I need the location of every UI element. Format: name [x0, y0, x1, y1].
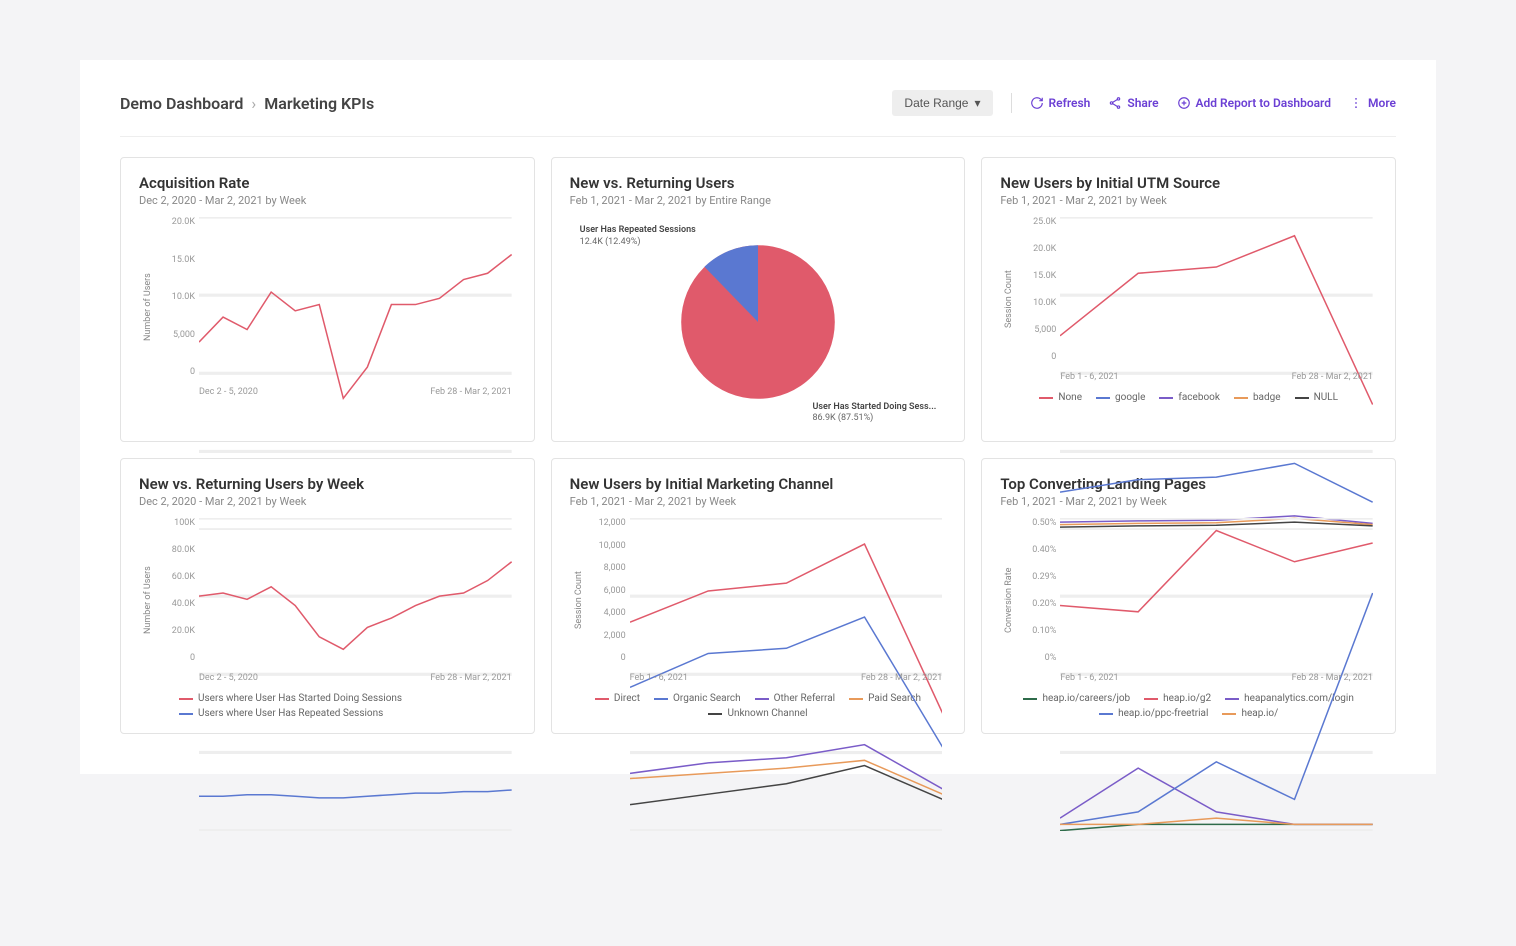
- breadcrumb-root[interactable]: Demo Dashboard: [120, 94, 243, 113]
- y-ticks: 0.50% 0.40% 0.29% 0.20% 0.10% 0%: [1018, 518, 1056, 663]
- y-axis-label: Number of Users: [139, 217, 153, 397]
- dashboard-frame: Demo Dashboard › Marketing KPIs Date Ran…: [80, 60, 1436, 774]
- x-ticks: Dec 2 - 5, 2020 Feb 28 - Mar 2, 2021: [199, 673, 512, 683]
- share-label: Share: [1127, 96, 1158, 110]
- pie-label-started: User Has Started Doing Sess... 86.9K (87…: [812, 402, 936, 425]
- x-ticks: Feb 1 - 6, 2021 Feb 28 - Mar 2, 2021: [1060, 673, 1373, 683]
- y-axis-label: Number of Users: [139, 518, 153, 683]
- card-marketing-channel[interactable]: New Users by Initial Marketing Channel F…: [551, 458, 966, 734]
- chevron-down-icon: ▾: [974, 96, 980, 110]
- y-ticks: 20.0K 15.0K 10.0K 5,000 0: [157, 217, 195, 377]
- chart: Session Count 25.0K 20.0K 15.0K 10.0K 5,…: [1000, 217, 1377, 382]
- y-axis-label: Conversion Rate: [1000, 518, 1014, 683]
- breadcrumb: Demo Dashboard › Marketing KPIs: [120, 94, 374, 113]
- pie-label-repeated: User Has Repeated Sessions 12.4K (12.49%…: [580, 225, 696, 248]
- toolbar: Date Range ▾ Refresh Share Add Report to…: [892, 90, 1396, 116]
- divider: [1011, 93, 1012, 113]
- y-axis-label: Session Count: [1000, 217, 1014, 382]
- pie-svg: [678, 242, 838, 402]
- card-title: Acquisition Rate: [139, 174, 516, 192]
- card-utm-source[interactable]: New Users by Initial UTM Source Feb 1, 2…: [981, 157, 1396, 442]
- pie-chart: User Has Repeated Sessions 12.4K (12.49%…: [570, 217, 947, 427]
- card-title: New Users by Initial Marketing Channel: [570, 475, 947, 493]
- more-label: More: [1368, 96, 1396, 110]
- more-menu[interactable]: More: [1349, 96, 1396, 110]
- refresh-icon: [1030, 96, 1044, 110]
- y-ticks: 12,000 10,000 8,000 6,000 4,000 2,000 0: [588, 518, 626, 663]
- chart: Conversion Rate 0.50% 0.40% 0.29% 0.20% …: [1000, 518, 1377, 683]
- breadcrumb-current: Marketing KPIs: [264, 94, 374, 113]
- card-subtitle: Feb 1, 2021 - Mar 2, 2021 by Week: [570, 495, 947, 508]
- chart: Number of Users 20.0K 15.0K 10.0K 5,000 …: [139, 217, 516, 397]
- refresh-button[interactable]: Refresh: [1030, 96, 1091, 110]
- card-title: New vs. Returning Users: [570, 174, 947, 192]
- y-axis-label: Session Count: [570, 518, 584, 683]
- card-title: New Users by Initial UTM Source: [1000, 174, 1377, 192]
- card-new-vs-returning[interactable]: New vs. Returning Users Feb 1, 2021 - Ma…: [551, 157, 966, 442]
- line-chart: [199, 217, 512, 530]
- share-button[interactable]: Share: [1108, 96, 1158, 110]
- chart: Session Count 12,000 10,000 8,000 6,000 …: [570, 518, 947, 683]
- plus-circle-icon: [1177, 96, 1191, 110]
- card-subtitle: Feb 1, 2021 - Mar 2, 2021 by Entire Rang…: [570, 194, 947, 207]
- kebab-icon: [1349, 96, 1363, 110]
- date-range-label: Date Range: [904, 96, 968, 110]
- x-ticks: Feb 1 - 6, 2021 Feb 28 - Mar 2, 2021: [1060, 372, 1373, 382]
- chart: Number of Users 100K 80.0K 60.0K 40.0K 2…: [139, 518, 516, 683]
- card-acquisition-rate[interactable]: Acquisition Rate Dec 2, 2020 - Mar 2, 20…: [120, 157, 535, 442]
- share-icon: [1108, 96, 1122, 110]
- card-subtitle: Feb 1, 2021 - Mar 2, 2021 by Week: [1000, 194, 1377, 207]
- card-subtitle: Dec 2, 2020 - Mar 2, 2021 by Week: [139, 194, 516, 207]
- refresh-label: Refresh: [1049, 96, 1091, 110]
- x-ticks: Dec 2 - 5, 2020 Feb 28 - Mar 2, 2021: [199, 387, 512, 397]
- cards-grid: Acquisition Rate Dec 2, 2020 - Mar 2, 20…: [120, 157, 1396, 734]
- add-report-button[interactable]: Add Report to Dashboard: [1177, 96, 1332, 110]
- header-bar: Demo Dashboard › Marketing KPIs Date Ran…: [120, 90, 1396, 137]
- y-ticks: 100K 80.0K 60.0K 40.0K 20.0K 0: [157, 518, 195, 663]
- y-ticks: 25.0K 20.0K 15.0K 10.0K 5,000 0: [1018, 217, 1056, 362]
- chevron-right-icon: ›: [251, 94, 256, 113]
- date-range-dropdown[interactable]: Date Range ▾: [892, 90, 992, 116]
- x-ticks: Feb 1 - 6, 2021 Feb 28 - Mar 2, 2021: [630, 673, 943, 683]
- add-report-label: Add Report to Dashboard: [1196, 96, 1332, 110]
